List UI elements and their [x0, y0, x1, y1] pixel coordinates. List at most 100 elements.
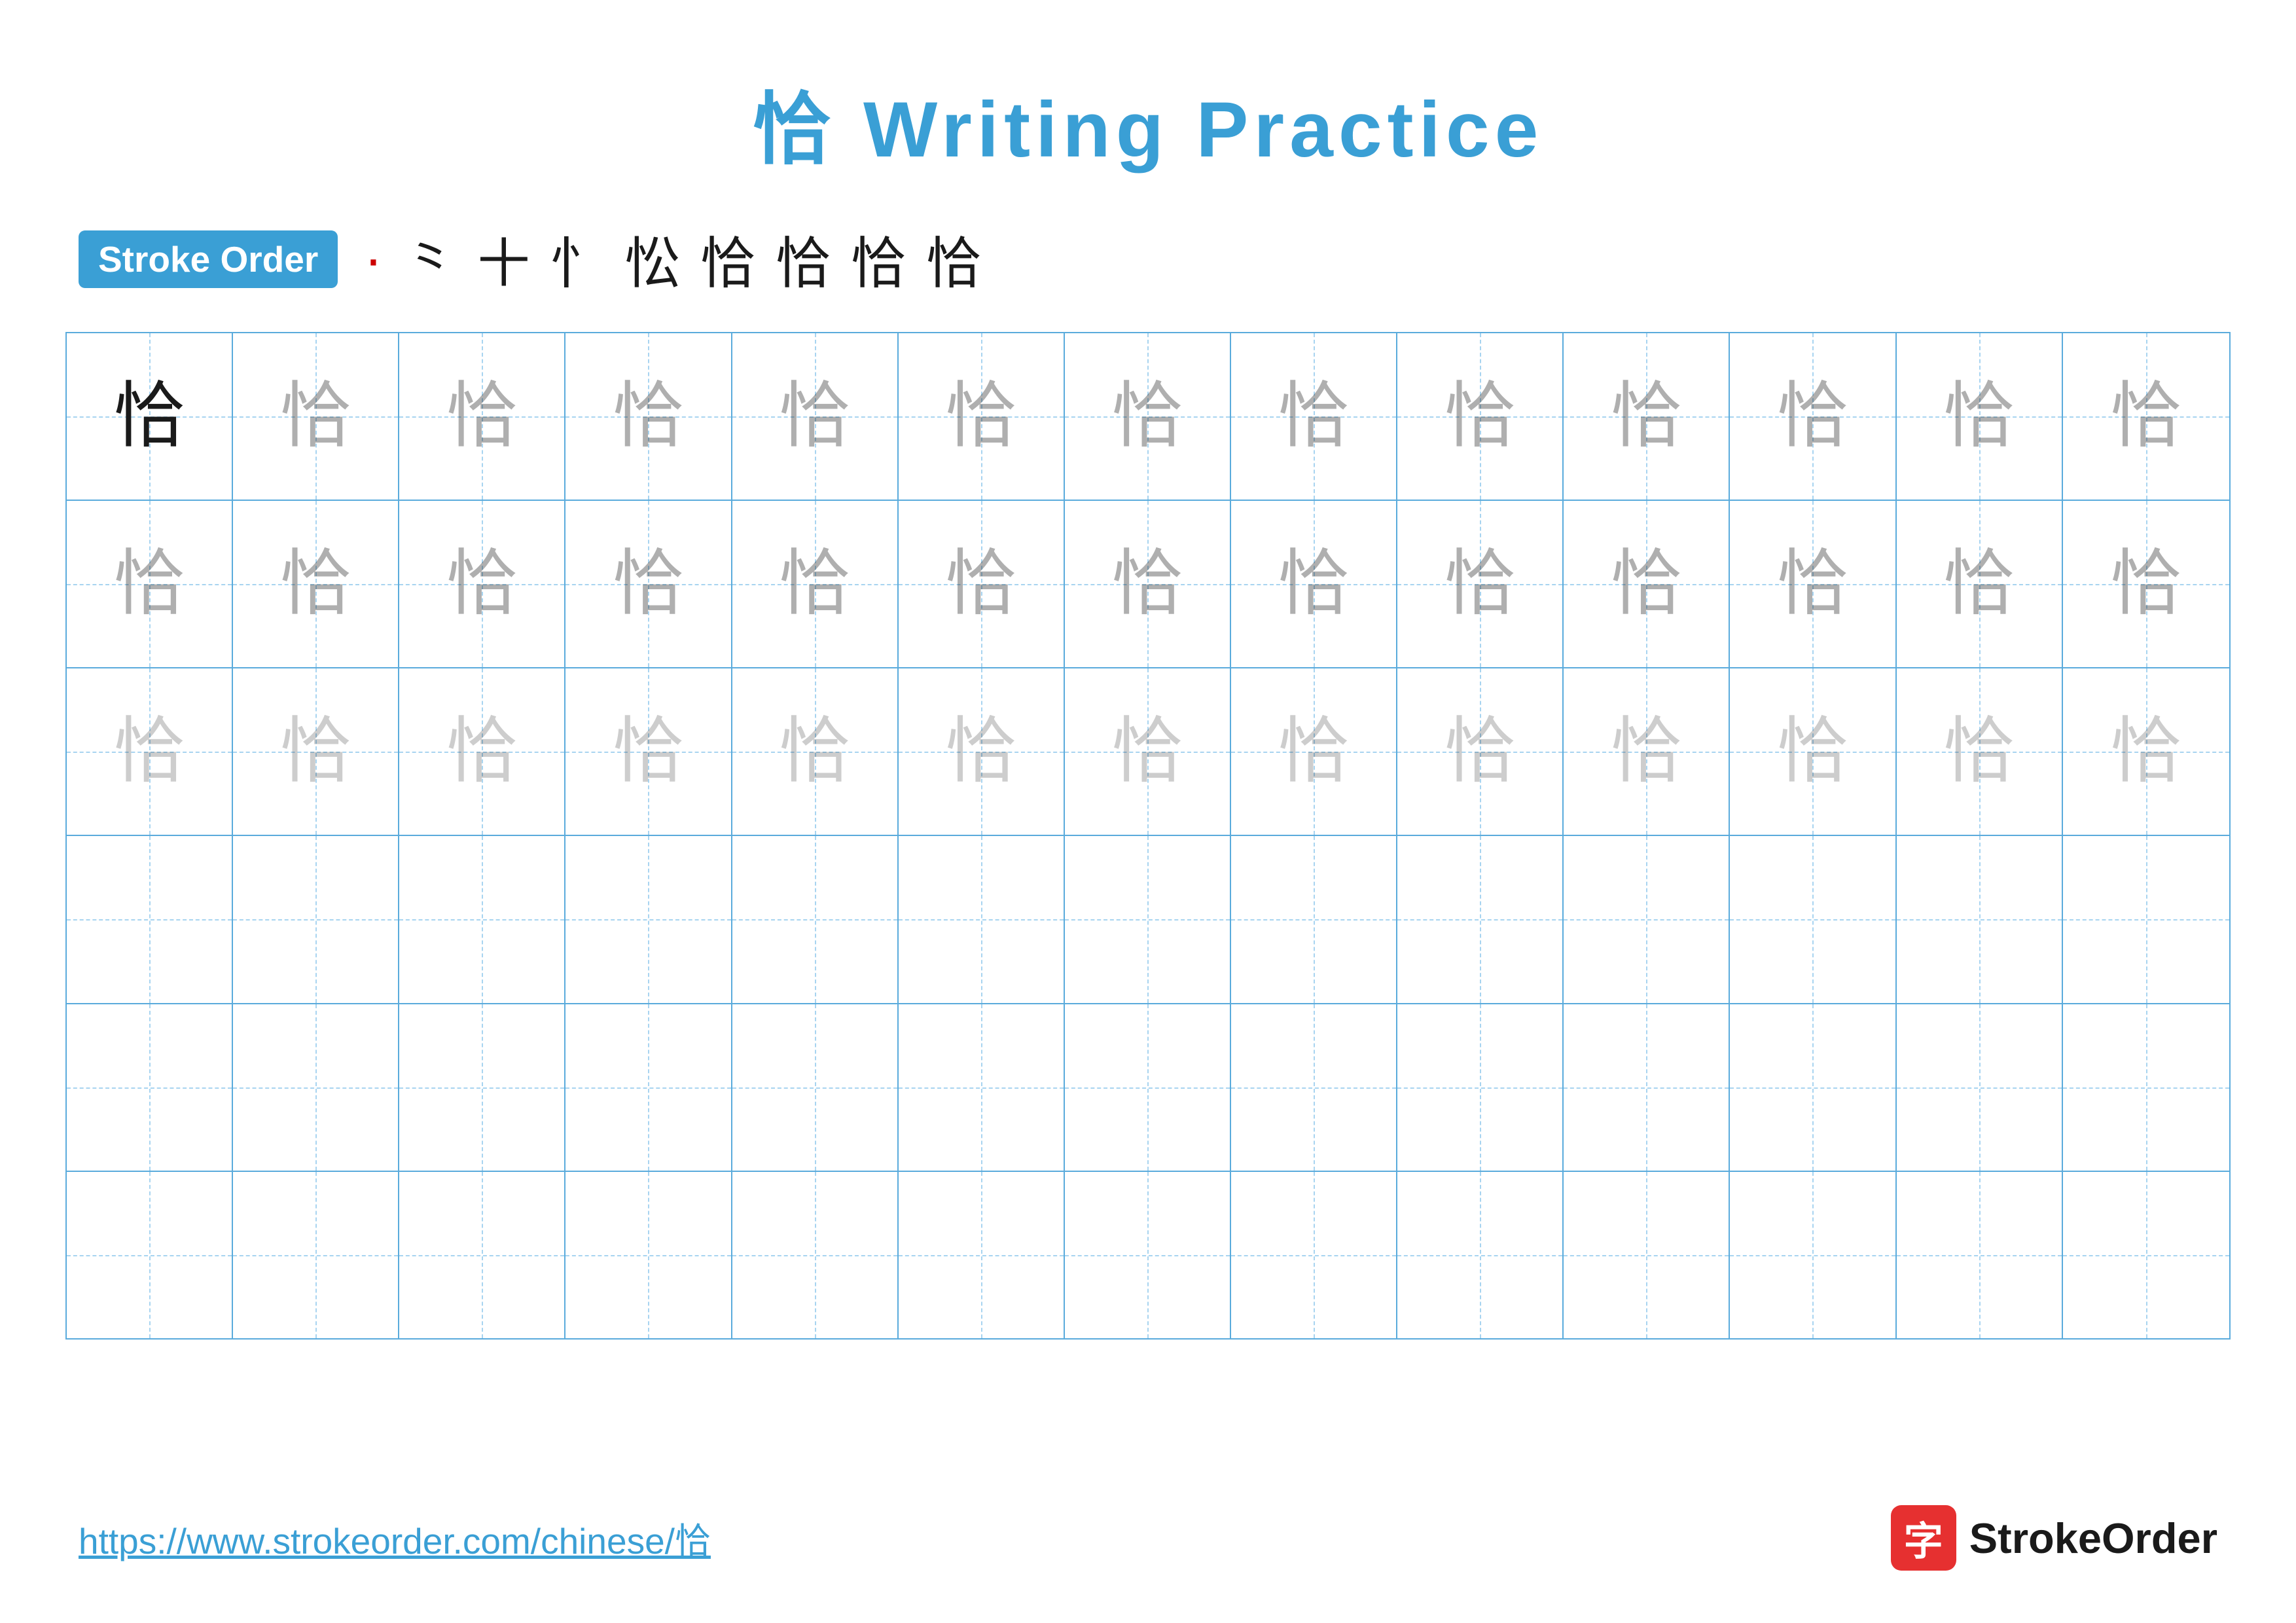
grid-cell[interactable] — [732, 1004, 899, 1171]
character-display: 恰 — [1776, 380, 1848, 452]
grid-cell[interactable]: 恰 — [732, 668, 899, 835]
grid-cell[interactable] — [399, 1172, 565, 1338]
grid-cell[interactable] — [732, 1172, 899, 1338]
grid-cell[interactable] — [899, 1004, 1065, 1171]
stroke-2: ⺀ — [403, 219, 458, 299]
grid-cell[interactable] — [1231, 1004, 1397, 1171]
grid-cell[interactable] — [67, 1172, 233, 1338]
grid-cell[interactable] — [2063, 1172, 2229, 1338]
grid-row-1: 恰 恰 恰 恰 恰 恰 恰 恰 恰 恰 恰 恰 恰 — [67, 333, 2229, 501]
grid-cell[interactable] — [1897, 1004, 2063, 1171]
grid-cell[interactable] — [1231, 1172, 1397, 1338]
grid-cell[interactable] — [1397, 1172, 1564, 1338]
grid-cell[interactable]: 恰 — [2063, 501, 2229, 667]
grid-cell[interactable] — [1897, 1172, 2063, 1338]
grid-cell[interactable]: 恰 — [1564, 333, 1730, 500]
grid-cell[interactable]: 恰 — [1397, 501, 1564, 667]
grid-cell[interactable]: 恰 — [1397, 668, 1564, 835]
grid-cell[interactable] — [1730, 1172, 1896, 1338]
grid-cell[interactable] — [67, 836, 233, 1002]
grid-cell[interactable]: 恰 — [565, 333, 732, 500]
grid-cell[interactable] — [233, 836, 399, 1002]
grid-cell[interactable] — [1730, 1004, 1896, 1171]
grid-cell[interactable] — [899, 836, 1065, 1002]
grid-cell[interactable] — [1730, 836, 1896, 1002]
grid-cell[interactable]: 恰 — [732, 333, 899, 500]
grid-cell[interactable]: 恰 — [2063, 668, 2229, 835]
grid-cell[interactable] — [732, 836, 899, 1002]
grid-cell[interactable]: 恰 — [233, 501, 399, 667]
grid-cell[interactable]: 恰 — [67, 333, 233, 500]
grid-cell[interactable]: 恰 — [1231, 333, 1397, 500]
grid-cell[interactable] — [565, 1172, 732, 1338]
character-display: 恰 — [1444, 716, 1516, 788]
grid-cell[interactable]: 恰 — [1231, 501, 1397, 667]
character-display: 恰 — [446, 716, 518, 788]
grid-cell[interactable]: 恰 — [899, 501, 1065, 667]
grid-cell[interactable]: 恰 — [1065, 501, 1231, 667]
grid-cell[interactable] — [1564, 1172, 1730, 1338]
grid-cell[interactable] — [1397, 1004, 1564, 1171]
grid-cell[interactable] — [1397, 836, 1564, 1002]
grid-cell[interactable]: 恰 — [565, 668, 732, 835]
grid-cell[interactable] — [1065, 1004, 1231, 1171]
grid-row-6 — [67, 1172, 2229, 1338]
grid-cell[interactable]: 恰 — [2063, 333, 2229, 500]
grid-cell[interactable]: 恰 — [67, 501, 233, 667]
grid-cell[interactable]: 恰 — [1065, 668, 1231, 835]
grid-cell[interactable] — [565, 836, 732, 1002]
grid-cell[interactable]: 恰 — [899, 668, 1065, 835]
grid-cell[interactable] — [1564, 836, 1730, 1002]
grid-cell[interactable] — [67, 1004, 233, 1171]
grid-cell[interactable] — [1231, 836, 1397, 1002]
grid-cell[interactable] — [1065, 836, 1231, 1002]
grid-cell[interactable]: 恰 — [1564, 501, 1730, 667]
character-display: 恰 — [113, 548, 185, 620]
grid-cell[interactable]: 恰 — [1730, 668, 1896, 835]
grid-cell[interactable]: 恰 — [1231, 668, 1397, 835]
character-display: 恰 — [612, 548, 684, 620]
grid-cell[interactable]: 恰 — [1564, 668, 1730, 835]
character-display: 恰 — [1444, 548, 1516, 620]
footer-url-link[interactable]: https://www.strokeorder.com/chinese/恰 — [79, 1512, 711, 1564]
grid-cell[interactable]: 恰 — [67, 668, 233, 835]
grid-cell[interactable]: 恰 — [1897, 501, 2063, 667]
character-display: 恰 — [2110, 380, 2182, 452]
grid-cell[interactable]: 恰 — [1730, 333, 1896, 500]
character-display: 恰 — [1943, 548, 2015, 620]
grid-cell[interactable]: 恰 — [233, 668, 399, 835]
stroke-5: 忪 — [625, 219, 681, 299]
grid-cell[interactable]: 恰 — [565, 501, 732, 667]
grid-cell[interactable]: 恰 — [1397, 333, 1564, 500]
grid-cell[interactable]: 恰 — [1897, 668, 2063, 835]
grid-cell[interactable] — [233, 1172, 399, 1338]
character-display: 恰 — [1610, 716, 1682, 788]
grid-cell[interactable]: 恰 — [399, 501, 565, 667]
character-display: 恰 — [1610, 548, 1682, 620]
grid-cell[interactable]: 恰 — [1065, 333, 1231, 500]
grid-cell[interactable]: 恰 — [1730, 501, 1896, 667]
grid-cell[interactable] — [899, 1172, 1065, 1338]
grid-cell[interactable]: 恰 — [899, 333, 1065, 500]
grid-cell[interactable] — [1065, 1172, 1231, 1338]
grid-cell[interactable] — [1564, 1004, 1730, 1171]
grid-cell[interactable] — [233, 1004, 399, 1171]
grid-cell[interactable] — [2063, 836, 2229, 1002]
grid-cell[interactable] — [399, 836, 565, 1002]
grid-cell[interactable] — [2063, 1004, 2229, 1171]
grid-cell[interactable] — [1897, 836, 2063, 1002]
character-display: 恰 — [2110, 716, 2182, 788]
character-display: 恰 — [612, 380, 684, 452]
grid-cell[interactable] — [565, 1004, 732, 1171]
grid-cell[interactable]: 恰 — [399, 333, 565, 500]
grid-cell[interactable]: 恰 — [732, 501, 899, 667]
grid-cell[interactable]: 恰 — [233, 333, 399, 500]
character-display: 恰 — [279, 716, 351, 788]
grid-cell[interactable]: 恰 — [399, 668, 565, 835]
grid-cell[interactable] — [399, 1004, 565, 1171]
character-display: 恰 — [1111, 548, 1183, 620]
grid-cell[interactable]: 恰 — [1897, 333, 2063, 500]
character-display: 恰 — [1111, 716, 1183, 788]
character-display: 恰 — [612, 716, 684, 788]
stroke-3: ⼗ — [478, 221, 530, 297]
